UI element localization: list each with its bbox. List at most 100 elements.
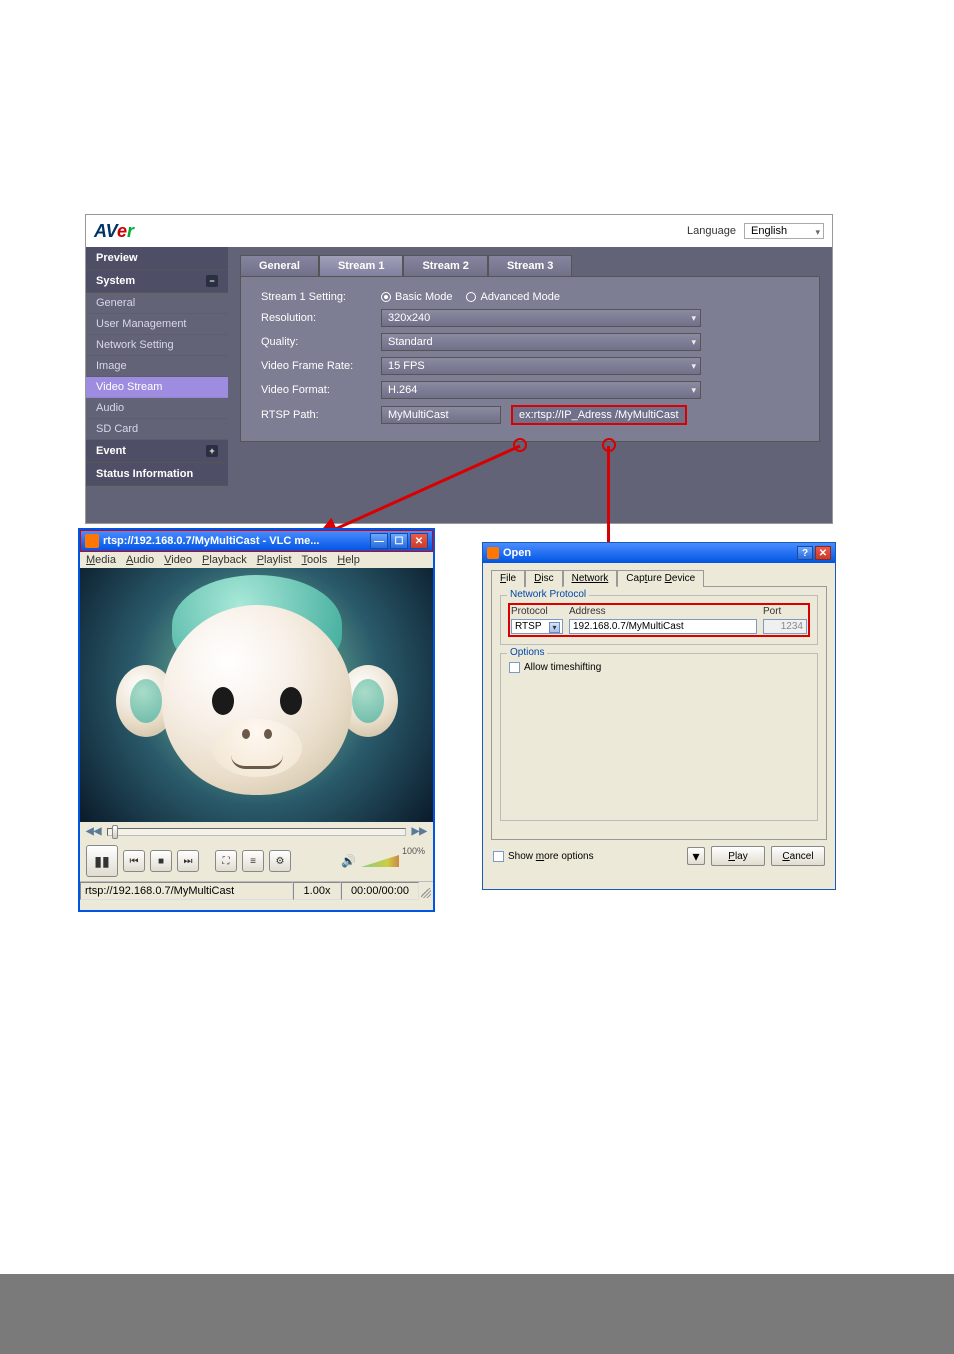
close-button[interactable]: ✕ — [815, 546, 831, 560]
language-label: Language — [687, 225, 736, 237]
resize-grip[interactable] — [419, 882, 433, 900]
open-tab-disc[interactable]: Disc — [525, 570, 562, 587]
fullscreen-button[interactable]: ⛶ — [215, 850, 237, 872]
quality-dropdown[interactable]: Standard▾ — [381, 333, 701, 351]
sidebar-item-sdcard[interactable]: SD Card — [86, 419, 228, 440]
protocol-label: Protocol — [511, 606, 563, 617]
port-input[interactable]: 1234 — [763, 619, 807, 634]
sidebar-item-video-stream[interactable]: Video Stream — [86, 377, 228, 398]
tab-stream1[interactable]: Stream 1 — [319, 255, 403, 276]
setting-label: Stream 1 Setting: — [261, 291, 381, 303]
minimize-button[interactable]: — — [370, 533, 388, 549]
vlc-titlebar[interactable]: rtsp://192.168.0.7/MyMultiCast - VLC me.… — [80, 530, 433, 552]
aver-logo: AVer — [94, 221, 134, 242]
open-tabs: File Disc Network Capture Device — [483, 563, 835, 586]
sidebar-item-user-mgmt[interactable]: User Management — [86, 314, 228, 335]
resolution-dropdown[interactable]: 320x240▾ — [381, 309, 701, 327]
app-header: AVer Language English ▾ — [86, 215, 832, 247]
vlc-menu-help[interactable]: Help — [337, 554, 360, 566]
dropdown-extra-button[interactable]: ▾ — [687, 847, 705, 865]
status-time: 00:00/00:00 — [341, 882, 419, 900]
fieldset-legend: Network Protocol — [507, 589, 589, 600]
radio-advanced-mode[interactable]: Advanced Mode — [466, 291, 560, 303]
stream-settings-form: Stream 1 Setting: Basic Mode Advanced Mo… — [240, 276, 820, 442]
sidebar-item-image[interactable]: Image — [86, 356, 228, 377]
play-button[interactable]: Play — [711, 846, 765, 866]
vlc-menu-playlist[interactable]: Playlist — [257, 554, 292, 566]
network-protocol-fieldset: Network Protocol Protocol RTSP▾ Address … — [500, 595, 818, 645]
tab-general[interactable]: General — [240, 255, 319, 276]
annotation-circle — [513, 438, 527, 452]
seek-slider[interactable] — [107, 828, 405, 836]
video-format-dropdown[interactable]: H.264▾ — [381, 381, 701, 399]
resolution-label: Resolution: — [261, 312, 381, 324]
content-area: General Stream 1 Stream 2 Stream 3 Strea… — [228, 247, 832, 523]
address-label: Address — [569, 606, 757, 617]
seek-thumb[interactable] — [112, 825, 118, 839]
vlc-video-area[interactable] — [80, 568, 433, 822]
rtsp-hint: ex:rtsp://IP_Adress /MyMultiCast — [511, 405, 687, 425]
allow-timeshifting-checkbox[interactable]: Allow timeshifting — [509, 662, 809, 673]
vlc-title: rtsp://192.168.0.7/MyMultiCast - VLC me.… — [103, 535, 366, 547]
maximize-button[interactable]: ☐ — [390, 533, 408, 549]
vlc-menu-media[interactable]: Media — [86, 554, 116, 566]
checkbox-icon — [493, 851, 504, 862]
open-tab-network[interactable]: Network — [563, 570, 618, 587]
port-label: Port — [763, 606, 807, 617]
show-more-options-checkbox[interactable]: Show more options — [493, 851, 594, 862]
options-fieldset: Options Allow timeshifting — [500, 653, 818, 821]
sidebar-item-network[interactable]: Network Setting — [86, 335, 228, 356]
chevron-down-icon: ▾ — [815, 227, 820, 238]
address-input[interactable]: 192.168.0.7/MyMultiCast — [569, 619, 757, 634]
cancel-button[interactable]: Cancel — [771, 846, 825, 866]
protocol-dropdown[interactable]: RTSP▾ — [511, 619, 563, 634]
tab-stream2[interactable]: Stream 2 — [403, 255, 487, 276]
frame-rate-dropdown[interactable]: 15 FPS▾ — [381, 357, 701, 375]
prev-button[interactable]: ⏮ — [123, 850, 145, 872]
vlc-cone-icon — [487, 547, 499, 559]
speaker-icon[interactable]: 🔊 — [341, 854, 356, 868]
vlc-menu-tools[interactable]: Tools — [302, 554, 328, 566]
open-titlebar[interactable]: Open ? ✕ — [483, 543, 835, 563]
sidebar-preview[interactable]: Preview — [86, 247, 228, 270]
fieldset-legend: Options — [507, 647, 547, 658]
help-button[interactable]: ? — [797, 546, 813, 560]
radio-basic-mode[interactable]: Basic Mode — [381, 291, 452, 303]
open-tab-file[interactable]: File — [491, 570, 525, 587]
sidebar-item-audio[interactable]: Audio — [86, 398, 228, 419]
aver-app-window: AVer Language English ▾ Preview System −… — [85, 214, 833, 524]
pause-button[interactable]: ▮▮ — [86, 845, 118, 877]
open-tab-capture[interactable]: Capture Device — [617, 570, 704, 587]
stop-button[interactable]: ■ — [150, 850, 172, 872]
sidebar-item-general[interactable]: General — [86, 293, 228, 314]
vlc-seek-row: ◀◀ ▶▶ — [80, 822, 433, 841]
video-format-label: Video Format: — [261, 384, 381, 396]
language-dropdown[interactable]: English ▾ — [744, 223, 824, 239]
network-inputs-row: Protocol RTSP▾ Address 192.168.0.7/MyMul… — [509, 604, 809, 636]
close-button[interactable]: ✕ — [410, 533, 428, 549]
settings-button[interactable]: ⚙ — [269, 850, 291, 872]
stream-tabs: General Stream 1 Stream 2 Stream 3 — [240, 255, 820, 276]
status-rate: 1.00x — [293, 882, 341, 900]
vlc-menu-video[interactable]: Video — [164, 554, 192, 566]
open-title: Open — [503, 547, 797, 559]
vlc-menu-playback[interactable]: Playback — [202, 554, 247, 566]
language-selector: Language English ▾ — [687, 223, 824, 239]
sidebar-status-info[interactable]: Status Information — [86, 463, 228, 486]
sidebar-event[interactable]: Event + — [86, 440, 228, 463]
volume-indicator[interactable] — [361, 853, 399, 869]
rtsp-path-input[interactable]: MyMultiCast — [381, 406, 501, 424]
collapse-icon: − — [206, 275, 218, 287]
status-path: rtsp://192.168.0.7/MyMultiCast — [80, 882, 293, 900]
vlc-menu-audio[interactable]: Audio — [126, 554, 154, 566]
open-bottom-row: Show more options ▾ Play Cancel — [483, 840, 835, 872]
fast-forward-icon[interactable]: ▶▶ — [412, 826, 427, 837]
open-tab-panel: Network Protocol Protocol RTSP▾ Address … — [491, 586, 827, 840]
playlist-button[interactable]: ≡ — [242, 850, 264, 872]
rewind-icon[interactable]: ◀◀ — [86, 826, 101, 837]
sidebar-system[interactable]: System − — [86, 270, 228, 293]
frame-rate-label: Video Frame Rate: — [261, 360, 381, 372]
next-button[interactable]: ⏭ — [177, 850, 199, 872]
tab-stream3[interactable]: Stream 3 — [488, 255, 572, 276]
vlc-menubar: Media Audio Video Playback Playlist Tool… — [80, 552, 433, 568]
